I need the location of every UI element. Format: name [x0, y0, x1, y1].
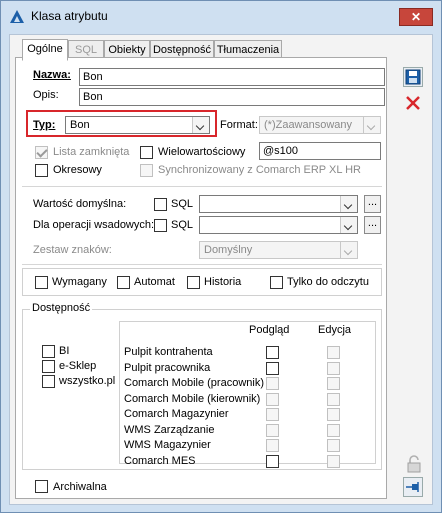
operacji-browse-button[interactable]: ...: [364, 216, 381, 234]
dla-operacji-select[interactable]: [199, 216, 358, 234]
edycja-checkbox[interactable]: [327, 377, 340, 390]
archiwalna-checkbox[interactable]: [35, 480, 48, 493]
podglad-checkbox[interactable]: [266, 377, 279, 390]
archiwalna-label: Archiwalna: [53, 481, 107, 493]
wszystko-label: wszystko.pl: [59, 375, 116, 387]
zestaw-znakow-value: Domyślny: [204, 244, 253, 256]
dostepnosc-title: Dostępność: [30, 302, 93, 314]
lista-zamknieta-checkbox[interactable]: [35, 146, 48, 159]
podglad-checkbox[interactable]: [266, 346, 279, 359]
zestaw-znakow-select[interactable]: Domyślny: [199, 241, 358, 259]
divider: [22, 186, 382, 187]
okresowy-label: Okresowy: [53, 164, 102, 176]
nazwa-input[interactable]: Bon: [79, 68, 385, 86]
zestaw-znakow-label: Zestaw znaków:: [33, 244, 112, 256]
wartosc-sql-label: SQL: [171, 198, 194, 210]
edycja-checkbox[interactable]: [327, 439, 340, 452]
app-logo-icon: [10, 10, 24, 23]
format-select[interactable]: (*)Zaawansowany: [259, 116, 381, 134]
edycja-checkbox[interactable]: [327, 408, 340, 421]
edycja-checkbox[interactable]: [327, 393, 340, 406]
pin-button[interactable]: [403, 477, 423, 497]
tab-ogolne[interactable]: Ogólne: [22, 39, 68, 61]
typ-highlight-box: [26, 110, 217, 137]
dostepnosc-row-label: Comarch Magazynier: [124, 408, 229, 420]
chevron-down-icon[interactable]: [340, 196, 357, 212]
dostepnosc-row-label: Pulpit kontrahenta: [124, 346, 213, 358]
wszystko-checkbox[interactable]: [42, 375, 55, 388]
save-button[interactable]: [403, 67, 423, 87]
bi-checkbox[interactable]: [42, 345, 55, 358]
opis-label: Opis:: [33, 89, 59, 101]
okresowy-checkbox[interactable]: [35, 164, 48, 177]
format-label: Format:: [220, 119, 258, 131]
sync-label: Synchronizowany z Comarch ERP XL HR: [158, 164, 361, 176]
format-select-value: (*)Zaawansowany: [264, 119, 353, 131]
edycja-checkbox[interactable]: [327, 362, 340, 375]
save-icon: [405, 69, 421, 85]
tylko-do-odczytu-label: Tylko do odczytu: [287, 276, 369, 288]
automat-label: Automat: [134, 276, 175, 288]
close-button[interactable]: ✕: [399, 8, 433, 26]
chevron-down-icon[interactable]: [363, 117, 380, 133]
bi-label: BI: [59, 345, 70, 357]
automat-checkbox[interactable]: [117, 276, 130, 289]
cancel-icon: [406, 96, 420, 110]
lock-icon: [407, 455, 421, 473]
operacji-sql-checkbox[interactable]: [154, 219, 167, 232]
dla-operacji-label: Dla operacji wsadowych:: [33, 219, 155, 231]
wielowartosciowy-checkbox[interactable]: [140, 146, 153, 159]
wartosc-domyslna-label: Wartość domyślna:: [33, 198, 127, 210]
dostepnosc-row-label: Comarch Mobile (pracownik): [124, 377, 264, 389]
tylko-do-odczytu-checkbox[interactable]: [270, 276, 283, 289]
edycja-checkbox[interactable]: [327, 346, 340, 359]
wartosc-browse-button[interactable]: ...: [364, 195, 381, 213]
dostepnosc-row-label: WMS Zarządzanie: [124, 424, 215, 436]
window-title: Klasa atrybutu: [31, 9, 108, 23]
wymagany-label: Wymagany: [52, 276, 107, 288]
lista-zamknieta-label: Lista zamknięta: [53, 146, 130, 158]
wartosc-sql-checkbox[interactable]: [154, 198, 167, 211]
podglad-checkbox[interactable]: [266, 408, 279, 421]
wielowartosciowy-label: Wielowartościowy: [158, 146, 246, 158]
col-podglad-header: Podgląd: [249, 324, 290, 336]
chevron-down-icon[interactable]: [340, 242, 357, 258]
historia-label: Historia: [204, 276, 242, 288]
col-edycja-header: Edycja: [318, 324, 352, 336]
podglad-checkbox[interactable]: [266, 393, 279, 406]
chevron-down-icon[interactable]: [340, 217, 357, 233]
podglad-checkbox[interactable]: [266, 455, 279, 468]
historia-checkbox[interactable]: [187, 276, 200, 289]
esklep-checkbox[interactable]: [42, 360, 55, 373]
wartosc-domyslna-select[interactable]: [199, 195, 358, 213]
wymagany-checkbox[interactable]: [35, 276, 48, 289]
dostepnosc-row-label: Comarch Mobile (kierownik): [124, 393, 261, 405]
podglad-checkbox[interactable]: [266, 439, 279, 452]
podglad-checkbox[interactable]: [266, 362, 279, 375]
edycja-checkbox[interactable]: [327, 455, 340, 468]
pin-icon: [406, 482, 419, 492]
cancel-button[interactable]: [403, 93, 423, 113]
dialog-window: Klasa atrybutu ✕ Ogólne SQL Obiekty Dost…: [0, 0, 442, 513]
divider: [22, 264, 382, 265]
opis-input[interactable]: Bon: [79, 88, 385, 106]
lock-button[interactable]: [403, 453, 423, 473]
title-bar: Klasa atrybutu ✕: [1, 1, 441, 31]
operacji-sql-label: SQL: [171, 219, 194, 231]
mask-input[interactable]: @s100: [259, 142, 381, 160]
dostepnosc-row-label: Comarch MES: [124, 455, 196, 467]
dostepnosc-row-label: Pulpit pracownika: [124, 362, 211, 374]
edycja-checkbox[interactable]: [327, 424, 340, 437]
dostepnosc-row-label: WMS Magazynier: [124, 439, 211, 451]
sync-checkbox[interactable]: [140, 164, 153, 177]
podglad-checkbox[interactable]: [266, 424, 279, 437]
nazwa-label: Nazwa:: [33, 69, 71, 81]
esklep-label: e-Sklep: [59, 360, 97, 372]
